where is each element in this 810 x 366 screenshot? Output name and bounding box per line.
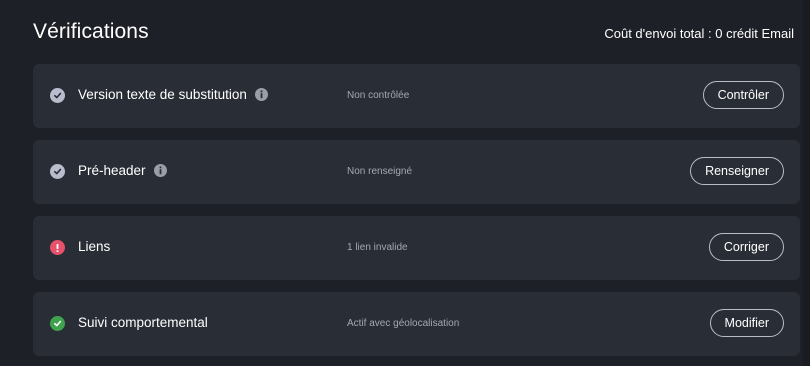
check-row-alt-text: Version texte de substitution Non contrô… [33, 64, 800, 128]
page-title: Vérifications [33, 20, 149, 43]
check-label-text: Suivi comportemental [78, 315, 208, 330]
renseigner-button[interactable]: Renseigner [690, 157, 784, 185]
check-label-text: Pré-header [78, 163, 146, 178]
check-row-links: Liens 1 lien invalide Corriger [33, 216, 800, 280]
check-label-text: Liens [78, 239, 111, 254]
total-cost-text: Coût d'envoi total : 0 crédit Email [604, 26, 794, 41]
info-icon[interactable] [254, 88, 268, 101]
corriger-button[interactable]: Corriger [708, 233, 784, 261]
check-state: Actif avec géolocalisation [347, 318, 460, 329]
modifier-button[interactable]: Modifier [709, 309, 784, 337]
error-icon [50, 240, 65, 255]
check-state: Non renseigné [347, 166, 413, 177]
scrollbar-track[interactable] [803, 0, 810, 366]
check-label: Liens [78, 239, 110, 254]
check-neutral-icon [50, 88, 65, 103]
info-icon[interactable] [153, 164, 167, 177]
check-success-icon [50, 316, 65, 331]
check-row-tracking: Suivi comportemental Actif avec géolocal… [33, 292, 800, 356]
check-state: Non contrôlée [347, 90, 410, 101]
check-label: Pré-header [78, 163, 167, 178]
check-label: Suivi comportemental [78, 315, 208, 330]
check-neutral-icon [50, 164, 65, 179]
panel-header: Vérifications Coût d'envoi total : 0 cré… [33, 18, 794, 48]
check-state: 1 lien invalide [347, 242, 408, 253]
check-label: Version texte de substitution [78, 87, 268, 102]
controler-button[interactable]: Contrôler [702, 81, 784, 109]
verifications-panel: Vérifications Coût d'envoi total : 0 cré… [0, 0, 803, 366]
check-row-preheader: Pré-header Non renseigné Renseigner [33, 140, 800, 204]
check-label-text: Version texte de substitution [78, 87, 247, 102]
